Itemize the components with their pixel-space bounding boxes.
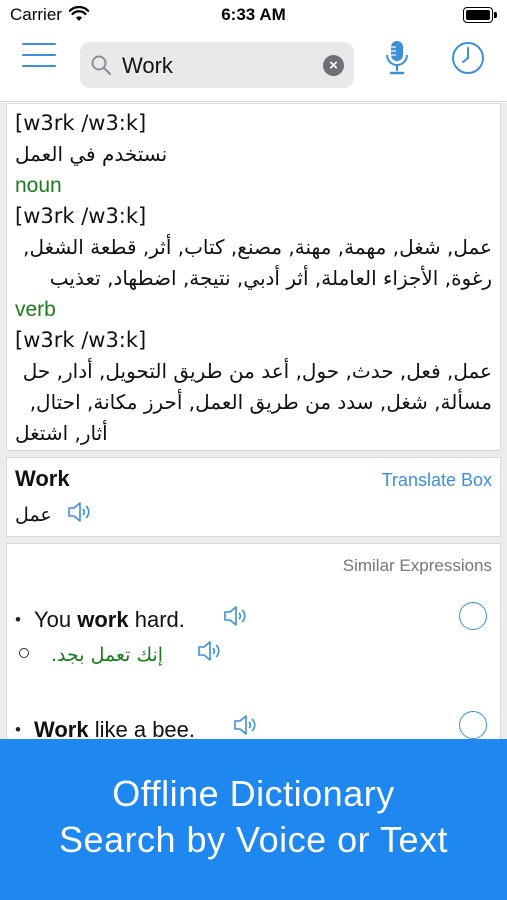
promo-subtitle: Search by Voice or Text — [58, 819, 449, 860]
content-area: [w3rk /w3:k] نستخدم في العمل noun [w3rk … — [0, 103, 507, 753]
definition-card: [w3rk /w3:k] نستخدم في العمل noun [w3rk … — [6, 103, 501, 451]
expression-text: You work hard. — [34, 607, 185, 632]
clear-icon[interactable]: × — [323, 55, 344, 76]
search-field[interactable]: Work × — [80, 42, 354, 88]
translate-card: Work Translate Box عمل — [6, 457, 501, 537]
similar-expressions-header: Similar Expressions — [342, 556, 492, 575]
arabic-meanings: عمل, فعل, حدث, حول, أعد من طريق التحويل,… — [22, 359, 492, 383]
navigation-bar: Work × — [0, 30, 507, 102]
speaker-icon[interactable] — [233, 713, 259, 737]
translate-box-link[interactable]: Translate Box — [382, 470, 492, 491]
status-bar: Carrier 6:33 AM — [0, 0, 507, 30]
search-icon — [91, 55, 112, 76]
arabic-meanings: رغوة, الأجزاء العاملة, أثر أدبي, نتيجة, … — [49, 266, 492, 290]
search-input[interactable]: Work — [122, 53, 173, 79]
speaker-icon[interactable] — [223, 604, 249, 628]
arabic-meanings: مسألة, شغل, سدد من طريق العمل, أحرز مكان… — [29, 390, 492, 414]
arabic-meanings: أثار, اشتغل — [15, 421, 108, 445]
history-clock-icon[interactable] — [451, 41, 485, 75]
arabic-meanings: عمل, شغل, مهمة, مهنة, مصنع, كتاب, أثر, ق… — [23, 235, 492, 259]
pronunciation: [w3rk /w3:k] — [15, 328, 147, 352]
speaker-icon[interactable] — [197, 639, 223, 663]
pronunciation: [w3rk /w3:k] — [15, 111, 147, 135]
translation-arabic: عمل — [15, 504, 52, 526]
speaker-icon[interactable] — [67, 500, 93, 524]
microphone-icon[interactable] — [384, 40, 410, 76]
promo-title: Offline Dictionary — [112, 773, 395, 814]
menu-icon[interactable] — [22, 43, 56, 69]
bullet: • — [15, 720, 21, 739]
clock-time: 6:33 AM — [221, 5, 286, 24]
arabic-usage: نستخدم في العمل — [15, 142, 168, 166]
pronunciation: [w3rk /w3:k] — [15, 204, 147, 228]
similar-expressions-card: Similar Expressions • You work hard. .إن… — [6, 543, 501, 753]
sub-bullet — [19, 648, 29, 658]
battery-icon — [463, 7, 497, 23]
part-of-speech-noun: noun — [15, 174, 62, 197]
promo-banner: Offline Dictionary Search by Voice or Te… — [0, 739, 507, 900]
part-of-speech-verb: verb — [15, 298, 56, 321]
radio-icon[interactable] — [459, 602, 487, 630]
bullet: • — [15, 610, 21, 629]
radio-icon[interactable] — [459, 711, 487, 739]
expression-arabic: .إنك تعمل بجد — [51, 644, 164, 666]
translated-word: Work — [15, 466, 70, 491]
